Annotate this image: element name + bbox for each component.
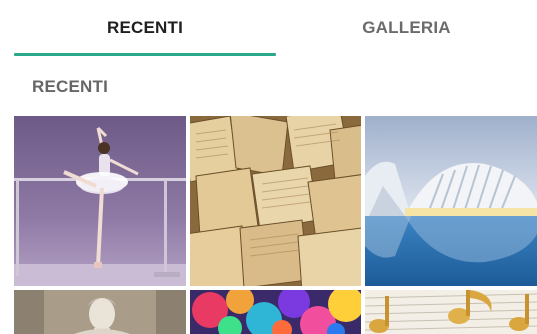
- futuristic-architecture-image: [365, 116, 537, 286]
- section-title: RECENTI: [32, 77, 109, 96]
- tab-galleria[interactable]: GALLERIA: [276, 0, 537, 55]
- colorful-paint-image: [190, 290, 361, 334]
- music-notes-image: [365, 290, 537, 334]
- ballet-dancer-image: [14, 116, 186, 286]
- tab-recenti[interactable]: RECENTI: [14, 0, 276, 55]
- statue-photo[interactable]: [14, 290, 186, 334]
- colorful-paint-photo[interactable]: [190, 290, 361, 334]
- futuristic-architecture-photo[interactable]: [365, 116, 537, 286]
- ballet-dancer-photo[interactable]: [14, 116, 186, 286]
- tab-bar: RECENTI GALLERIA: [0, 0, 537, 58]
- open-books-photo[interactable]: [190, 116, 361, 286]
- statue-image: [14, 290, 186, 334]
- music-notes-photo[interactable]: [365, 290, 537, 334]
- active-tab-indicator: [14, 53, 276, 56]
- open-books-image: [190, 116, 361, 286]
